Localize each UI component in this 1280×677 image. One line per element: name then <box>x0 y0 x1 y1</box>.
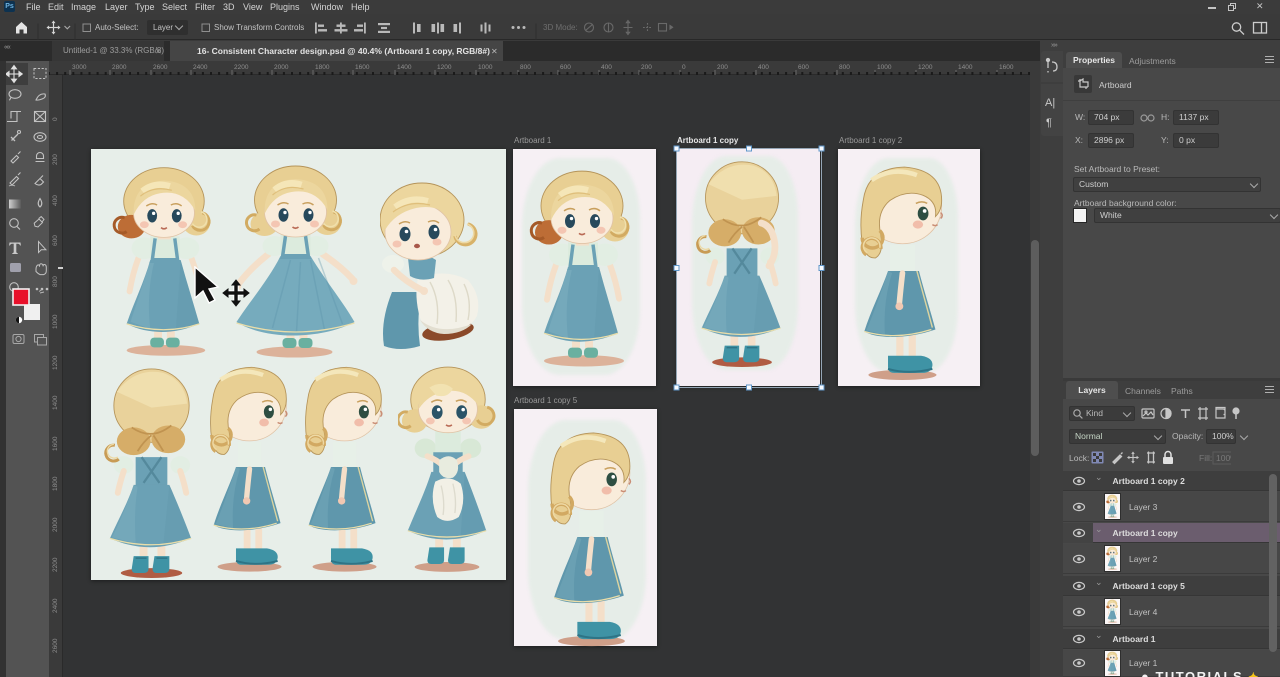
svg-text:2400: 2400 <box>193 64 208 71</box>
svg-text:400: 400 <box>758 64 769 71</box>
svg-text:1600: 1600 <box>999 64 1014 71</box>
svg-text:3000: 3000 <box>72 64 87 71</box>
svg-text:¶: ¶ <box>1046 117 1052 129</box>
svg-text:1400: 1400 <box>52 395 59 410</box>
svg-text:200: 200 <box>717 64 728 71</box>
svg-text:600: 600 <box>52 235 59 246</box>
svg-text:1800: 1800 <box>52 476 59 491</box>
svg-text:600: 600 <box>798 64 809 71</box>
svg-text:1000: 1000 <box>877 64 892 71</box>
svg-text:100%: 100% <box>1216 453 1231 463</box>
svg-text:800: 800 <box>520 64 531 71</box>
svg-text:2800: 2800 <box>112 64 127 71</box>
svg-text:1800: 1800 <box>315 64 330 71</box>
svg-text:2600: 2600 <box>153 64 168 71</box>
svg-text:1000: 1000 <box>478 64 493 71</box>
svg-text:1200: 1200 <box>918 64 933 71</box>
svg-text:2600: 2600 <box>52 638 59 653</box>
svg-text:800: 800 <box>52 276 59 287</box>
svg-text:800: 800 <box>839 64 850 71</box>
svg-text:A|: A| <box>1045 97 1055 109</box>
svg-text:2200: 2200 <box>234 64 249 71</box>
svg-text:200: 200 <box>641 64 652 71</box>
svg-text:1400: 1400 <box>958 64 973 71</box>
svg-text:0: 0 <box>682 64 686 71</box>
svg-text:2000: 2000 <box>274 64 289 71</box>
svg-text:1200: 1200 <box>52 355 59 370</box>
svg-text:600: 600 <box>560 64 571 71</box>
svg-text:1200: 1200 <box>437 64 452 71</box>
svg-text:2000: 2000 <box>52 517 59 532</box>
svg-text:2400: 2400 <box>52 598 59 613</box>
svg-text:400: 400 <box>601 64 612 71</box>
svg-text:Fill:: Fill: <box>1199 453 1212 463</box>
svg-text:2200: 2200 <box>52 557 59 572</box>
svg-text:1600: 1600 <box>355 64 370 71</box>
svg-text:1600: 1600 <box>52 436 59 451</box>
svg-text:1400: 1400 <box>397 64 412 71</box>
svg-text:0: 0 <box>52 117 59 121</box>
svg-text:400: 400 <box>52 195 59 206</box>
svg-text:1000: 1000 <box>52 314 59 329</box>
svg-text:200: 200 <box>52 154 59 165</box>
